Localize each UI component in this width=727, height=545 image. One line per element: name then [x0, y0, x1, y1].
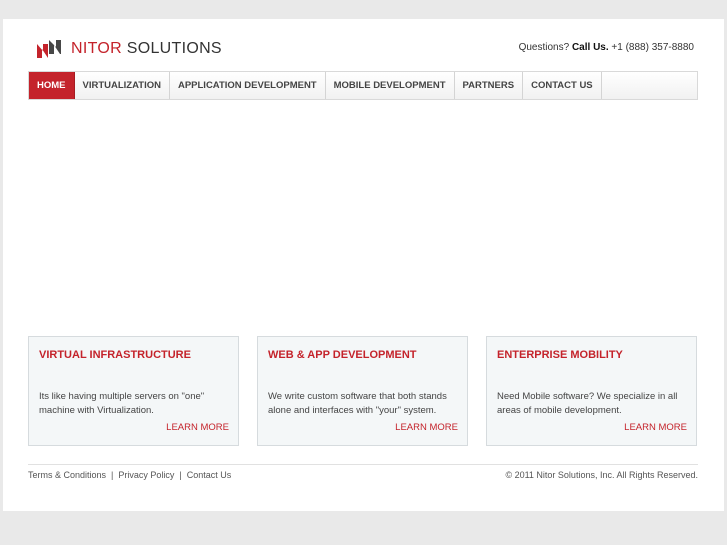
nav-mobile-development[interactable]: MOBILE DEVELOPMENT [326, 72, 455, 99]
call-us-label: Call Us. [571, 42, 609, 53]
brand-name: NITOR SOLUTIONS [71, 40, 222, 57]
footer-links: Terms & Conditions | Privacy Policy | Contac… [28, 470, 231, 480]
nav-application-development[interactable]: APPLICATION DEVELOPMENT [170, 72, 326, 99]
card-text: Need Mobile software? We specialize in a… [497, 391, 678, 416]
nitor-logo-icon [37, 40, 61, 58]
footer-link-privacy[interactable]: Privacy Policy [118, 470, 174, 480]
footer-separator: | [179, 470, 182, 480]
card-enterprise-mobility: ENTERPRISE MOBILITY Need Mobile software… [486, 336, 697, 446]
learn-more-link[interactable]: LEARN MORE [166, 422, 229, 433]
card-virtual-infrastructure: VIRTUAL INFRASTRUCTURE Its like having m… [28, 336, 239, 446]
footer-divider [28, 464, 698, 465]
card-title: VIRTUAL INFRASTRUCTURE [39, 349, 191, 361]
learn-more-link[interactable]: LEARN MORE [624, 422, 687, 433]
card-web-app-development: WEB & APP DEVELOPMENT We write custom so… [257, 336, 468, 446]
nav-partners[interactable]: PARTNERS [455, 72, 524, 99]
card-text: Its like having multiple servers on "one… [39, 391, 205, 416]
card-title: ENTERPRISE MOBILITY [497, 349, 623, 361]
footer-separator: | [111, 470, 114, 480]
main-nav: HOME VIRTUALIZATION APPLICATION DEVELOPM… [28, 71, 698, 100]
page: NITOR SOLUTIONS Questions? Call Us. +1 (… [3, 19, 724, 511]
learn-more-link[interactable]: LEARN MORE [395, 422, 458, 433]
call-us-text: Questions? Call Us. +1 (888) 357-8880 [518, 42, 694, 53]
footer-link-terms[interactable]: Terms & Conditions [28, 470, 106, 480]
card-title: WEB & APP DEVELOPMENT [268, 349, 417, 361]
nav-home[interactable]: HOME [29, 72, 75, 99]
nav-virtualization[interactable]: VIRTUALIZATION [75, 72, 170, 99]
logo[interactable]: NITOR SOLUTIONS [35, 37, 222, 61]
card-text: We write custom software that both stand… [268, 391, 447, 416]
nav-contact-us[interactable]: CONTACT US [523, 72, 602, 99]
copyright: © 2011 Nitor Solutions, Inc. All Rights … [505, 470, 698, 480]
footer-link-contact[interactable]: Contact Us [187, 470, 232, 480]
phone-number[interactable]: +1 (888) 357-8880 [611, 42, 694, 53]
